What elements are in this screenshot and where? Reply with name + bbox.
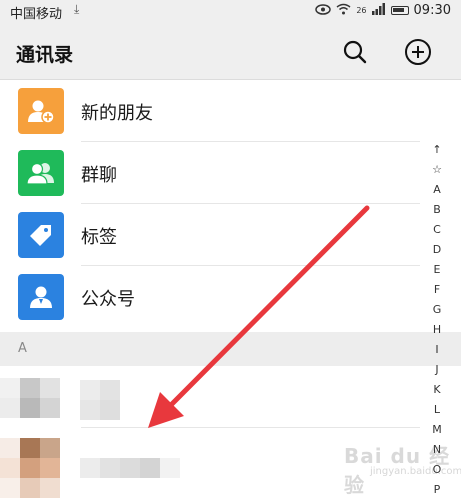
avatar bbox=[0, 378, 60, 418]
index-letter[interactable]: M bbox=[432, 420, 442, 440]
index-letter[interactable]: H bbox=[433, 320, 441, 340]
search-icon bbox=[343, 40, 367, 64]
index-letter[interactable]: C bbox=[433, 220, 441, 240]
status-icons: 26 09:30 bbox=[315, 3, 451, 18]
index-letter[interactable]: K bbox=[433, 380, 440, 400]
download-icon: ⤓ bbox=[74, 2, 80, 16]
clock: 09:30 bbox=[413, 3, 451, 18]
contact-name bbox=[80, 380, 120, 420]
add-button[interactable] bbox=[404, 38, 432, 66]
signal-icon bbox=[371, 3, 386, 18]
menu-item-label: 标签 bbox=[81, 227, 117, 248]
add-friend-icon bbox=[18, 88, 64, 134]
index-letter[interactable]: ↑ bbox=[432, 140, 441, 160]
status-bar: 中国移动 ⤓ 26 09:30 bbox=[0, 0, 461, 22]
index-letter[interactable]: I bbox=[435, 340, 438, 360]
wifi-icon bbox=[336, 3, 351, 18]
menu-item-label: 新的朋友 bbox=[81, 103, 153, 124]
network-type-label: 26 bbox=[356, 6, 367, 15]
index-letter[interactable]: A bbox=[433, 180, 441, 200]
menu-item-tags[interactable]: 标签 bbox=[0, 204, 420, 266]
eye-icon bbox=[315, 3, 332, 18]
carrier-name: 中国移动 bbox=[10, 7, 63, 22]
search-button[interactable] bbox=[342, 39, 368, 65]
section-header: A bbox=[0, 332, 461, 366]
tag-icon bbox=[18, 212, 64, 258]
section-letter: A bbox=[18, 341, 27, 356]
group-chat-icon bbox=[18, 150, 64, 196]
index-letter[interactable]: B bbox=[433, 200, 441, 220]
index-letter[interactable]: J bbox=[435, 360, 438, 380]
battery-icon bbox=[390, 6, 409, 15]
menu-item-label: 公众号 bbox=[81, 289, 135, 310]
menu-item-official-accounts[interactable]: 公众号 bbox=[0, 266, 420, 328]
contact-name bbox=[80, 458, 180, 478]
index-letter[interactable]: D bbox=[433, 240, 441, 260]
menu-item-group-chats[interactable]: 群聊 bbox=[0, 142, 420, 204]
avatar bbox=[0, 438, 60, 498]
index-letter[interactable]: E bbox=[434, 260, 441, 280]
plus-circle-icon bbox=[405, 39, 431, 65]
watermark-url: jingyan.baidu.com bbox=[370, 466, 461, 477]
index-letter[interactable]: ☆ bbox=[432, 160, 442, 180]
index-letter[interactable]: G bbox=[433, 300, 442, 320]
app-header: 通讯录 bbox=[0, 22, 461, 80]
page-title: 通讯录 bbox=[16, 44, 74, 66]
index-letter[interactable]: F bbox=[434, 280, 440, 300]
contact-row[interactable] bbox=[0, 366, 420, 428]
index-letter[interactable]: L bbox=[434, 400, 440, 420]
official-account-icon bbox=[18, 274, 64, 320]
menu-item-label: 群聊 bbox=[81, 165, 117, 186]
menu-item-new-friends[interactable]: 新的朋友 bbox=[0, 80, 420, 142]
